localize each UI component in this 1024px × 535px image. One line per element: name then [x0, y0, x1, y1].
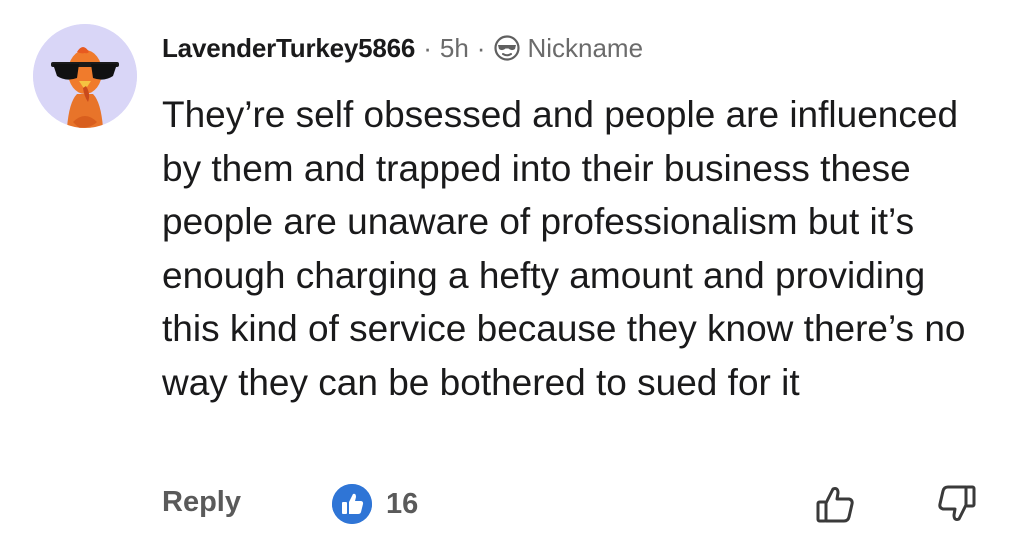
timestamp: 5h [439, 32, 469, 63]
separator-dot: · [423, 32, 432, 63]
nickname-label: Nickname [527, 32, 644, 63]
username[interactable]: LavenderTurkey5866 [162, 33, 415, 64]
separator-dot: · [476, 32, 486, 63]
comment-body: They’re self obsessed and people are inf… [162, 94, 966, 403]
avatar[interactable] [33, 24, 137, 128]
sunglasses-icon [493, 34, 521, 62]
comment-actions: Reply 16 [162, 482, 992, 530]
turkey-sunglasses-avatar-icon [33, 24, 137, 128]
reply-button[interactable]: Reply [162, 486, 241, 519]
comment-meta: LavenderTurkey5866 · 5h · Nickname [162, 28, 643, 68]
thumbs-up-icon[interactable] [814, 482, 858, 526]
comment: LavenderTurkey5866 · 5h · Nickname They’… [0, 0, 1024, 535]
thumbs-down-icon[interactable] [934, 482, 978, 526]
thumbs-up-badge-icon [332, 484, 372, 524]
like-count: 16 [386, 488, 419, 520]
